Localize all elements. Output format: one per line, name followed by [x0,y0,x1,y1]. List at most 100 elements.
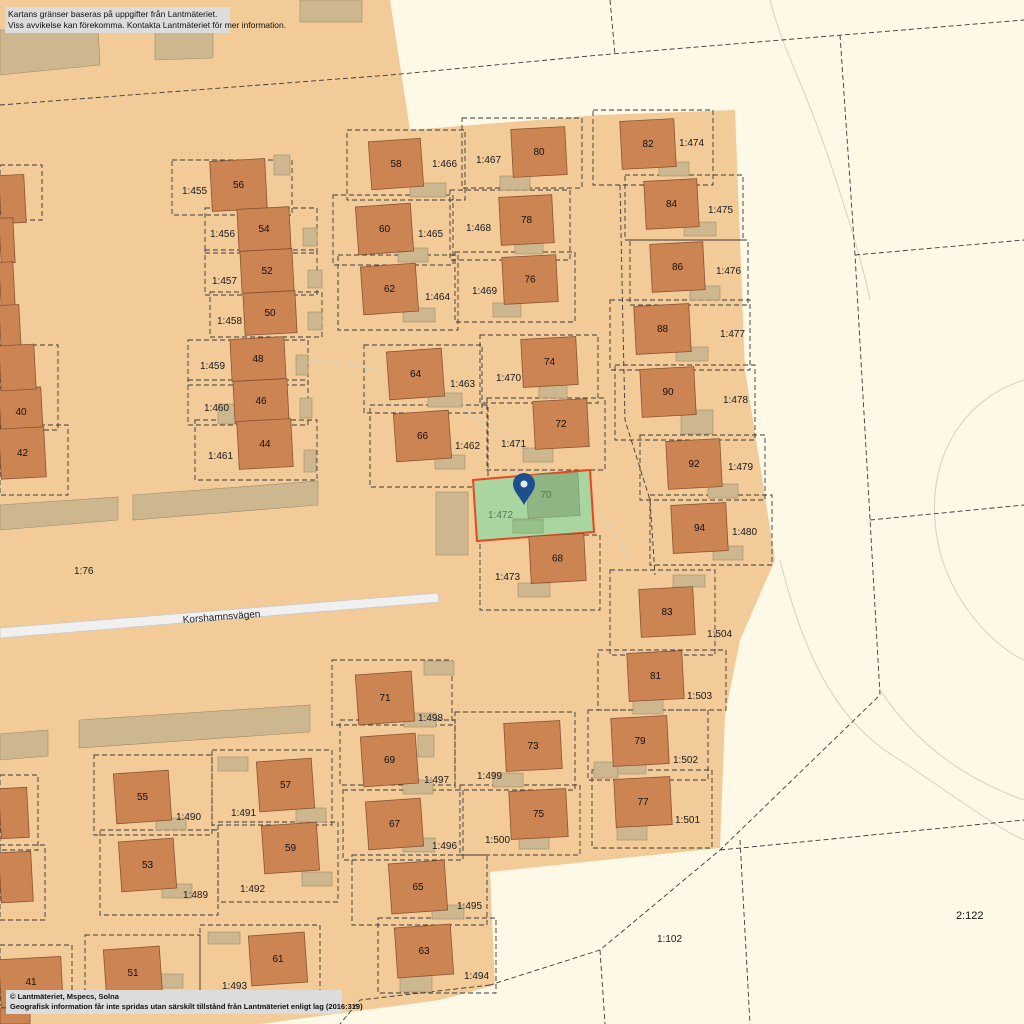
house[interactable]: 44 [236,418,294,470]
house[interactable] [0,261,16,308]
house-number-label: 74 [544,357,556,368]
parcel-label: 1:467 [476,155,501,166]
house[interactable]: 78 [498,194,555,246]
house-number-label: 62 [384,284,396,295]
house[interactable]: 67 [364,797,425,851]
house-number-label: 83 [661,607,673,618]
parcel-label: 1:477 [720,329,745,340]
house[interactable] [0,343,37,392]
house[interactable]: 71 [354,670,416,726]
house-number-label: 55 [137,792,149,803]
house-number-label: 84 [666,199,678,210]
house[interactable] [0,173,27,225]
house[interactable]: 81 [626,650,685,702]
house-number-label: 92 [688,459,700,470]
parcel-label: 1:474 [679,138,704,149]
parcel-label: 1:500 [485,835,510,846]
parcel-label: 1:495 [457,901,482,912]
parcel-label: 1:471 [501,439,526,450]
parcel-label: 1:458 [217,316,242,327]
house[interactable]: 58 [367,137,425,191]
house[interactable]: 73 [503,720,563,772]
house[interactable]: 65 [387,859,449,915]
parcel-label: 1:465 [418,229,443,240]
house[interactable]: 48 [229,336,287,382]
parcel-label: 1:489 [183,890,208,901]
house[interactable]: 54 [236,206,292,252]
top-disclaimer-line-1: Kartans gränser baseras på uppgifter frå… [8,9,218,19]
outbuilding [295,354,309,376]
house-number-label: 67 [389,819,401,830]
house[interactable]: 94 [670,502,729,554]
house[interactable]: 75 [508,788,569,840]
house[interactable]: 61 [247,931,309,987]
parcel-label: 1:455 [182,186,207,197]
house[interactable] [0,786,30,840]
house[interactable]: 62 [359,262,420,316]
house[interactable]: 59 [260,821,321,875]
house[interactable]: 60 [354,202,415,256]
house[interactable]: 90 [639,366,697,418]
house[interactable]: 53 [117,837,178,893]
house[interactable]: 74 [520,336,579,388]
house[interactable]: 83 [638,586,696,638]
house[interactable]: 86 [649,241,706,293]
house[interactable]: 88 [633,303,692,355]
parcel-label: 1:490 [176,812,201,823]
house-number-label: 76 [524,275,536,286]
parcel-label: 1:468 [466,223,491,234]
parcel-label: 1:496 [432,841,457,852]
house[interactable]: 84 [643,178,700,230]
property-map[interactable]: 58 80 82 56 60 78 84 54 52 62 76 86 50 88 48 64 74 90 46 66… [0,0,1024,1024]
house[interactable] [0,217,16,264]
outbuilding [295,807,327,823]
parcel-label: 1:459 [200,361,225,372]
outbuilding [207,931,241,945]
house[interactable]: 92 [665,438,723,490]
house[interactable] [0,304,22,351]
house-number-label: 40 [15,407,27,418]
house-number-label: 51 [127,968,139,979]
house[interactable]: 56 [209,158,268,212]
house[interactable]: 46 [232,378,290,424]
house[interactable]: 66 [392,409,453,463]
house[interactable]: 76 [501,254,559,305]
house-number-label: 80 [533,147,545,158]
map-canvas[interactable]: 58 80 82 56 60 78 84 54 52 62 76 86 50 88 48 64 74 90 46 66… [0,0,1024,1024]
house[interactable]: 52 [239,248,295,294]
house-number-label: 63 [418,946,430,957]
parcel-label: 1:76 [74,566,94,577]
house[interactable]: 68 [528,533,587,584]
house[interactable]: 77 [613,776,673,828]
outbuilding [632,699,664,715]
outbuilding [301,871,333,887]
outbuilding [616,825,648,841]
outbuilding [517,582,551,598]
selected-house-number: 70 [540,490,552,501]
parcel-label: 1:466 [432,159,457,170]
house-number-label: 90 [662,387,674,398]
house[interactable]: 69 [359,732,420,788]
house-number-label: 72 [555,419,567,430]
house-number-label: 65 [412,882,424,893]
house[interactable]: 64 [385,347,446,401]
top-disclaimer-line-2: Viss avvikelse kan förekomma. Kontakta L… [8,20,287,31]
parcel-label: 1:464 [425,292,450,303]
house-number-label: 53 [142,860,154,871]
house-number-label: 52 [261,266,273,277]
house[interactable]: 42 [0,426,47,480]
house[interactable]: 63 [393,923,455,979]
house[interactable]: 55 [112,769,173,825]
parcel-label: 1:469 [472,286,497,297]
house[interactable]: 80 [510,126,568,178]
house[interactable] [0,850,34,904]
house[interactable]: 72 [532,398,590,450]
parcel-label: 1:460 [204,403,229,414]
house[interactable]: 79 [610,715,670,767]
house[interactable]: 50 [242,290,298,336]
house-number-label: 58 [390,159,402,170]
house[interactable]: 57 [255,757,316,813]
house[interactable]: 82 [619,118,677,170]
outbuilding [423,660,455,676]
parcel-label: 1:497 [424,775,449,786]
